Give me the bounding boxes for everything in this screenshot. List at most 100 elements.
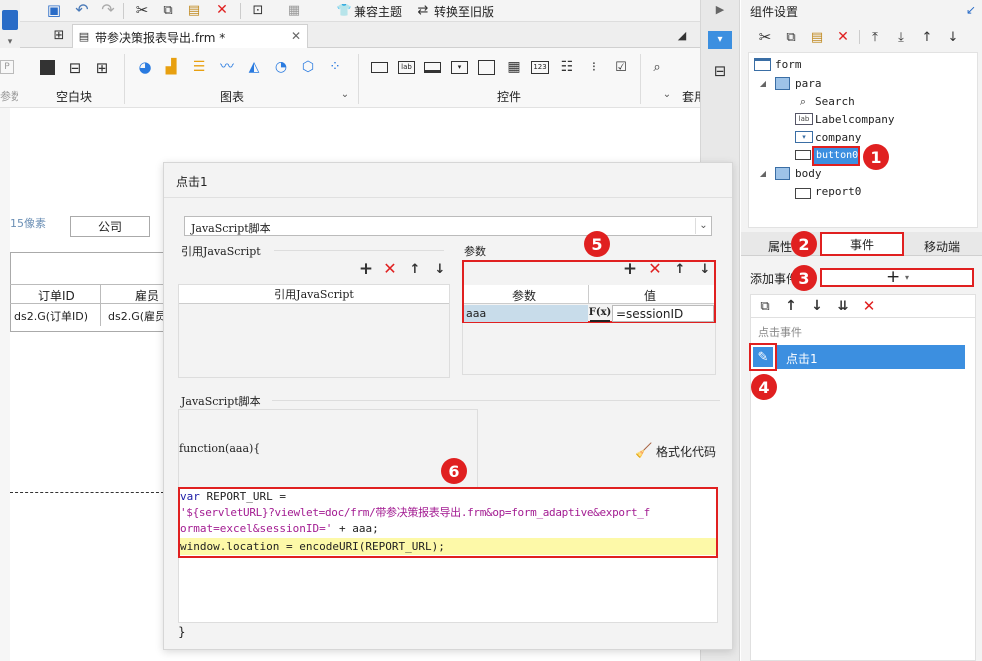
tree-node-body[interactable]: body — [795, 167, 822, 180]
panel-paste-icon[interactable]: ▤ — [808, 28, 826, 46]
move-bottom-icon[interactable]: ⤓ — [892, 28, 910, 46]
pie-chart-icon[interactable]: ◕ — [136, 58, 154, 76]
radar-chart-icon[interactable]: ⬡ — [299, 58, 317, 76]
param-move-down-icon[interactable]: ↓ — [697, 261, 713, 277]
gauge-chart-icon[interactable]: ◔ — [272, 58, 290, 76]
shirt-icon[interactable]: 👕 — [336, 1, 352, 19]
tab-menu-icon[interactable]: ◢ — [674, 28, 690, 42]
chevron-down-icon[interactable]: ⌄ — [338, 88, 352, 102]
scatter-chart-icon[interactable]: ⁘ — [326, 58, 344, 76]
remove-param-icon[interactable]: ✕ — [647, 261, 663, 277]
column-divider — [100, 284, 101, 326]
add-param-icon[interactable]: + — [622, 260, 638, 277]
tree-node-report0[interactable]: report0 — [815, 185, 861, 198]
preview-icon[interactable]: ⊡ — [248, 0, 268, 20]
tree-node-labelcompany[interactable]: Labelcompany — [815, 113, 894, 126]
event-delete-icon[interactable]: ✕ — [860, 297, 878, 315]
absolute-layout-icon[interactable] — [40, 60, 55, 75]
chevron-down-icon[interactable]: ⌄ — [660, 88, 674, 102]
convert-button[interactable]: 转换至旧版 — [434, 3, 494, 20]
group-cut-right-label: 套用 — [682, 90, 700, 104]
tab-attributes[interactable]: 属性 — [768, 238, 792, 255]
tab-events[interactable]: 事件 — [820, 232, 904, 256]
radio-widget-icon[interactable]: ⁝ — [585, 58, 603, 76]
event-item-selected[interactable] — [752, 345, 965, 369]
button-widget-icon[interactable] — [424, 62, 441, 73]
collapse-arrow-icon[interactable]: ▶ — [712, 2, 728, 16]
format-code-button[interactable]: 格式化代码 — [656, 443, 716, 460]
company-label-widget[interactable]: 公司 — [70, 216, 150, 237]
tree-node-form[interactable]: form — [775, 58, 802, 71]
text-field-widget-icon[interactable] — [371, 62, 388, 73]
date-widget-icon[interactable]: ▦ — [505, 58, 523, 76]
move-top-icon[interactable]: ⤒ — [866, 28, 884, 46]
theme-button[interactable]: 兼容主题 — [354, 3, 402, 20]
column-employee[interactable]: 雇员 — [135, 287, 159, 304]
tree-node-para[interactable]: para — [795, 77, 822, 90]
add-event-button[interactable]: + ▾ — [820, 267, 974, 287]
textarea-widget-icon[interactable] — [478, 60, 495, 75]
tree-node-button0-selected[interactable]: button0 — [812, 146, 860, 166]
split-layout-icon[interactable]: ⊟ — [66, 59, 84, 77]
collapse-panel-icon[interactable]: ↙ — [964, 3, 978, 17]
grid-icon[interactable]: ⊞ — [50, 26, 68, 44]
side-widget-tab[interactable]: ▾ — [708, 31, 732, 49]
event-move-down-icon[interactable]: ↓ — [808, 297, 826, 315]
checkbox-widget-icon[interactable]: ☑ — [612, 58, 630, 76]
formula-icon[interactable]: F(x) — [589, 305, 611, 322]
form-node-icon — [754, 58, 771, 71]
event-move-up-icon[interactable]: ↑ — [782, 297, 800, 315]
add-icon[interactable]: + — [358, 260, 374, 277]
panel-copy-icon[interactable]: ⧉ — [782, 28, 800, 46]
para-widget-icon[interactable]: P — [0, 60, 14, 74]
broom-icon[interactable]: 🧹 — [635, 442, 653, 460]
param-move-up-icon[interactable]: ↑ — [672, 261, 688, 277]
template-icon[interactable]: ▦ — [284, 0, 304, 20]
copy-icon[interactable]: ⧉ — [158, 0, 178, 20]
undo-icon[interactable]: ↶ — [72, 0, 92, 20]
redo-icon[interactable]: ↷ — [98, 0, 118, 20]
line-chart-icon[interactable]: 〰 — [218, 58, 236, 76]
edit-event-button[interactable]: ✎ — [749, 343, 777, 371]
tab-document[interactable]: ▤ 带参决策报表导出.frm * ✕ — [72, 24, 308, 48]
panel-delete-icon[interactable]: ✕ — [834, 28, 852, 46]
move-down-icon[interactable]: ↓ — [944, 28, 962, 46]
move-down-icon[interactable]: ↓ — [432, 261, 448, 277]
panel-cut-icon[interactable]: ✂ — [756, 28, 774, 46]
cell-order-id[interactable]: ds2.G(订单ID) — [14, 308, 100, 324]
paste-icon[interactable]: ▤ — [184, 0, 204, 20]
tab-mobile[interactable]: 移动端 — [924, 238, 960, 255]
move-up-icon[interactable]: ↑ — [918, 28, 936, 46]
tree-node-search[interactable]: Search — [815, 95, 855, 108]
combo-widget-icon[interactable]: ▾ — [451, 61, 468, 74]
remove-icon[interactable]: ✕ — [382, 261, 398, 277]
event-copy-icon[interactable]: ⧉ — [756, 297, 774, 315]
delete-icon[interactable]: ✕ — [212, 0, 232, 20]
side-layout-tab-icon[interactable]: ⊟ — [710, 62, 730, 80]
number-widget-icon[interactable]: 123 — [531, 61, 549, 74]
app-menu-button[interactable]: ▾ — [0, 0, 20, 52]
tree-node-company[interactable]: company — [815, 131, 861, 144]
list-widget-icon[interactable]: ☷ — [558, 58, 576, 76]
column-order-id[interactable]: 订单ID — [38, 287, 75, 304]
event-move-bottom-icon[interactable]: ⇊ — [834, 297, 852, 315]
grid-layout-icon[interactable]: ⊞ — [93, 59, 111, 77]
ref-js-table[interactable]: 引用JavaScript — [178, 284, 450, 378]
param-row[interactable]: aaa F(x) =sessionID — [464, 305, 714, 322]
label-widget-icon[interactable]: lab — [398, 61, 415, 74]
expand-arrow-icon[interactable]: ◢ — [758, 168, 768, 180]
bar-chart-icon[interactable]: ▟ — [162, 58, 180, 76]
area-chart-icon[interactable]: ◭ — [245, 58, 263, 76]
annotation-badge-6: 6 — [441, 458, 467, 484]
save-icon[interactable]: ▣ — [44, 0, 64, 20]
convert-icon[interactable]: ⇄ — [415, 1, 431, 19]
expand-arrow-icon[interactable]: ◢ — [758, 78, 768, 90]
move-up-icon[interactable]: ↑ — [407, 261, 423, 277]
tab-close-icon[interactable]: ✕ — [289, 29, 303, 43]
script-type-select[interactable]: JavaScript脚本 ⌄ — [184, 216, 712, 236]
horizontal-bar-icon[interactable]: ☰ — [190, 58, 208, 76]
section-rule — [272, 400, 720, 401]
cell-employee[interactable]: ds2.G(雇员 — [108, 308, 166, 324]
search-widget-icon[interactable]: ⌕ — [648, 58, 666, 76]
cut-icon[interactable]: ✂ — [132, 0, 152, 20]
